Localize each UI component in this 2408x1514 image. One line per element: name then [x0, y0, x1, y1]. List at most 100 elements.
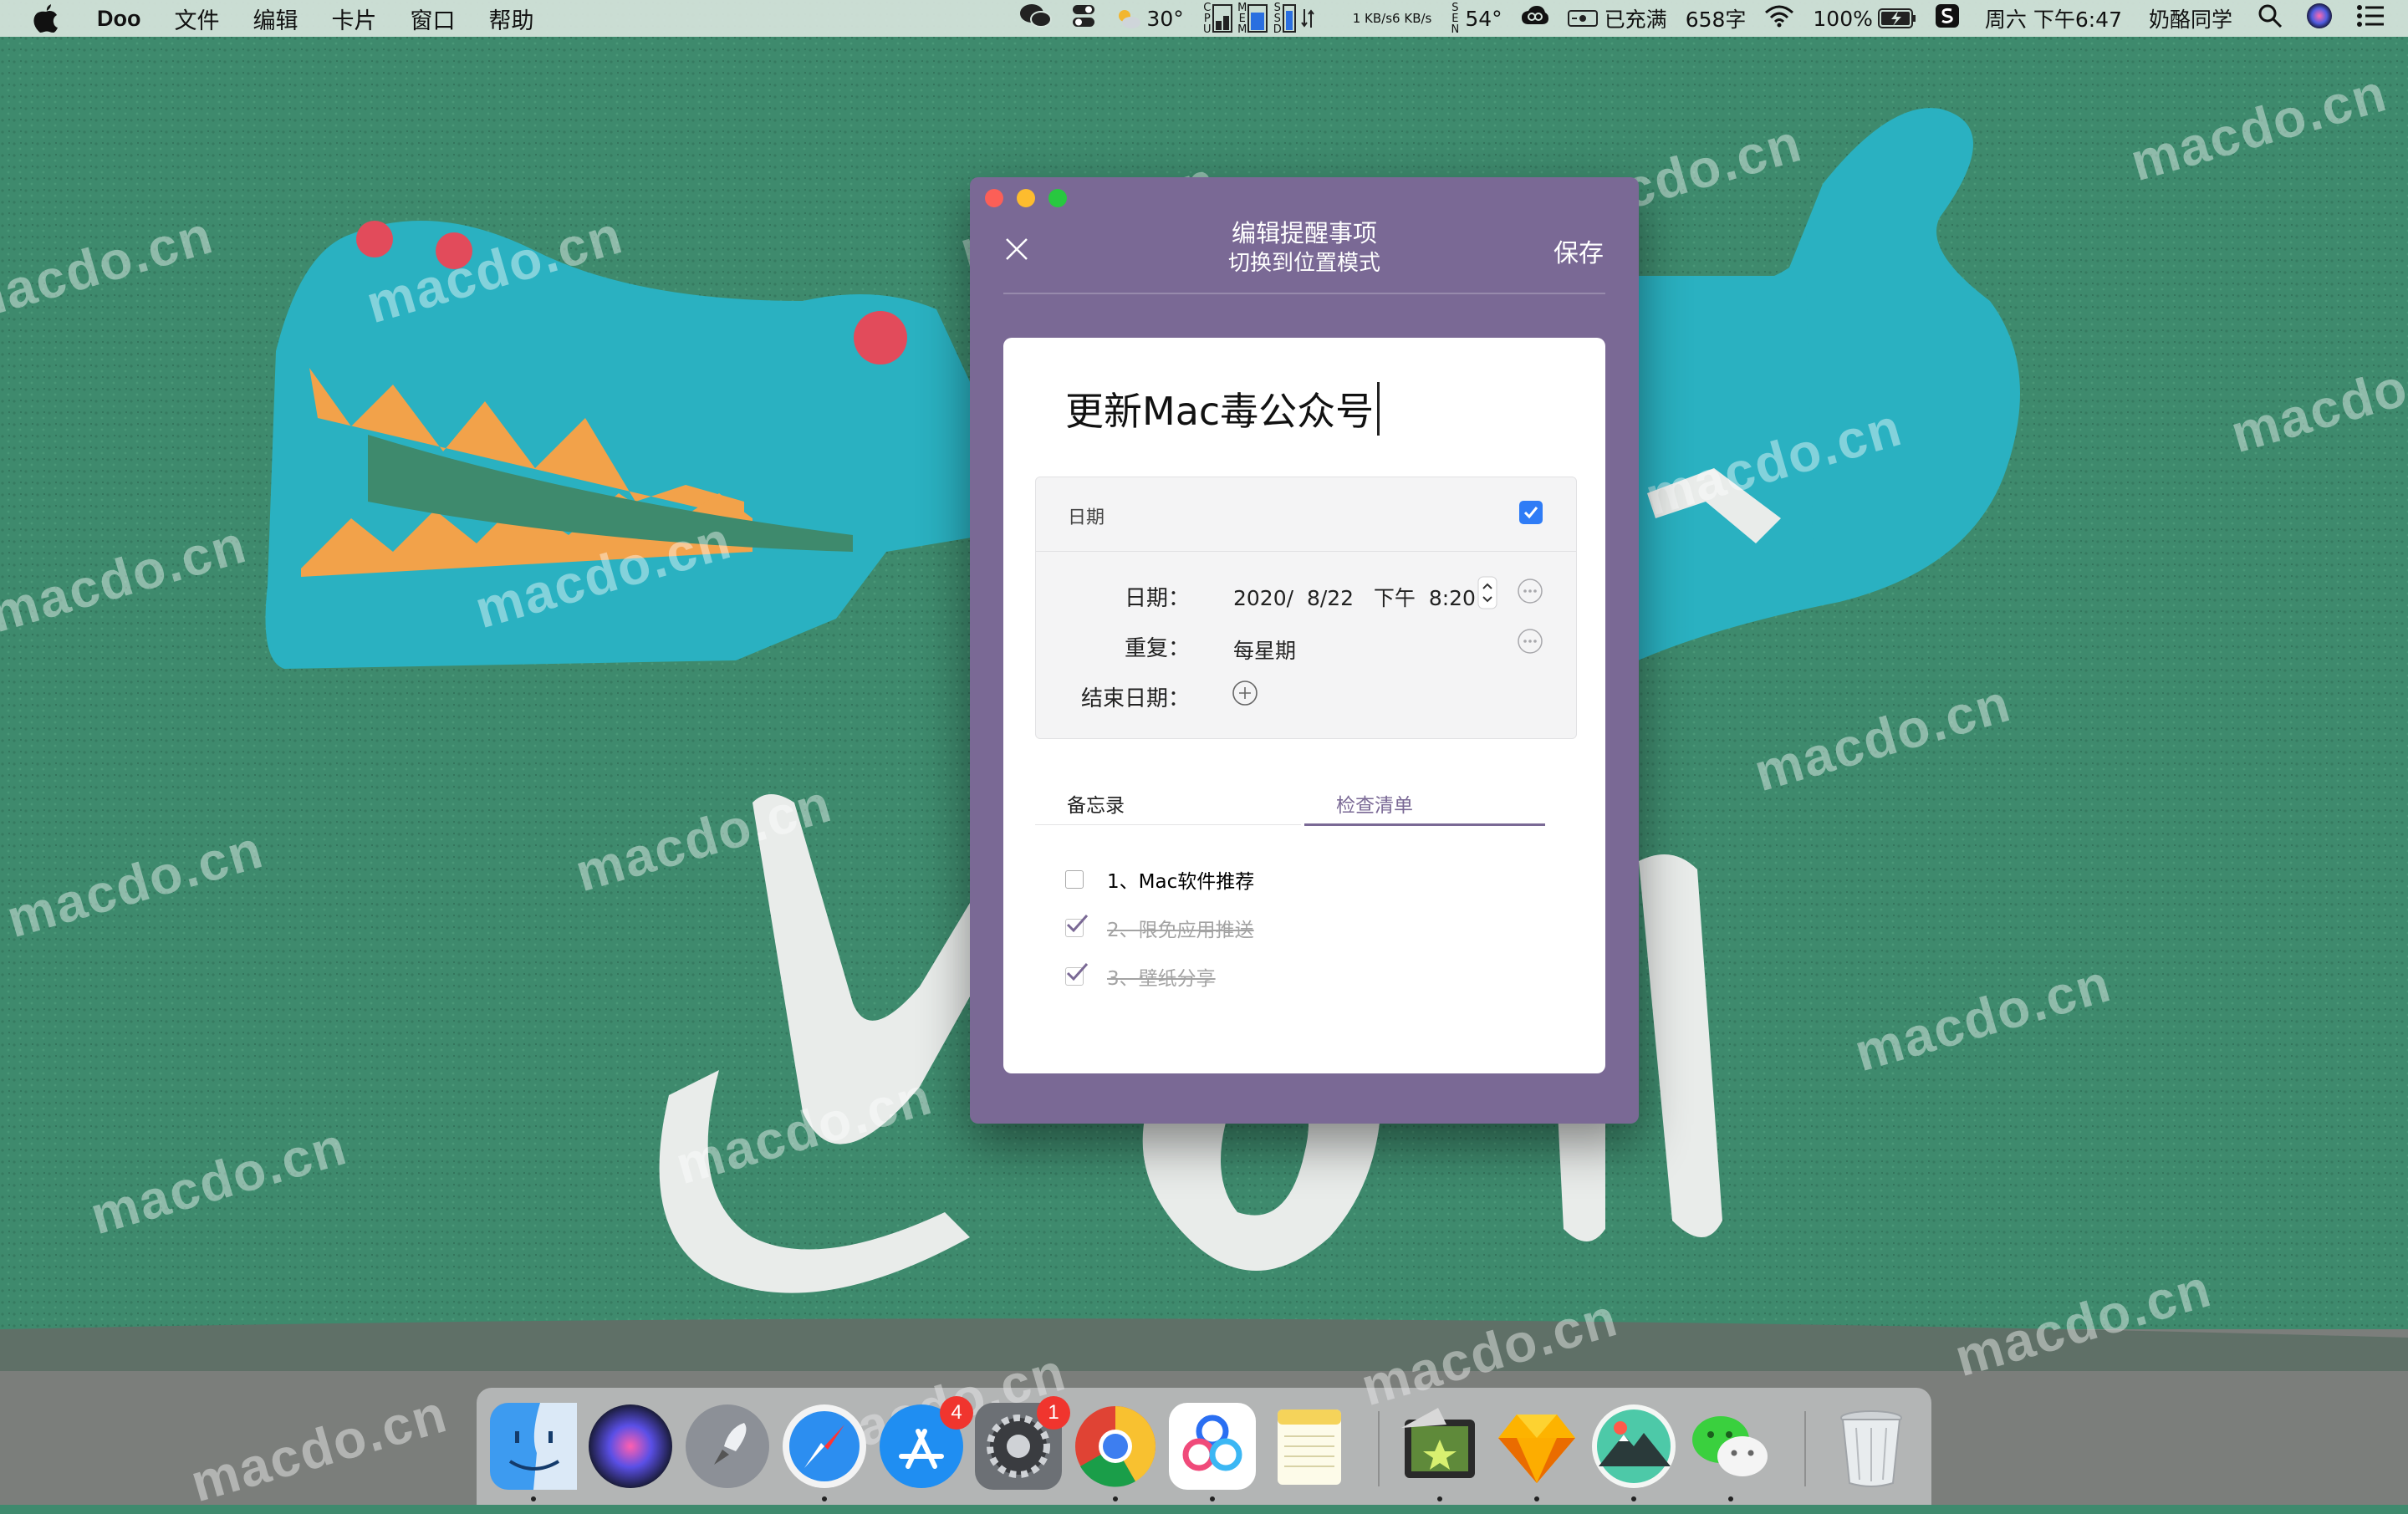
- reminder-card: 更新Mac毒公众号 日期 日期： 2020/ 8/22 下午 8:20 重复： …: [1003, 338, 1605, 1073]
- dock-sketch[interactable]: [1493, 1403, 1580, 1490]
- date-more-options-icon[interactable]: [1517, 578, 1543, 604]
- weather-temp: 30°: [1146, 6, 1184, 31]
- menu-card[interactable]: 卡片: [331, 3, 376, 35]
- date-section: 日期 日期： 2020/ 8/22 下午 8:20 重复： 每星期 结束日期：: [1035, 477, 1577, 739]
- menu-bar: Doo 文件 编辑 卡片 窗口 帮助 30° CPU MEM SSD 1 KB/…: [0, 0, 2408, 37]
- battery-percent: 100%: [1813, 6, 1873, 31]
- dock-system-preferences[interactable]: 1: [975, 1396, 1070, 1490]
- checklist-checkbox[interactable]: [1065, 870, 1084, 889]
- dock-separator: [1804, 1411, 1806, 1486]
- spotlight-search-icon[interactable]: [2258, 3, 2283, 33]
- checklist-item-label: 3、壁纸分享: [1107, 968, 1216, 990]
- tab-checklist-active-indicator: [1304, 823, 1545, 826]
- dock-app-store[interactable]: 4: [878, 1396, 973, 1490]
- task-title-text: 更新Mac毒公众号: [1065, 389, 1375, 434]
- notes-tabs: 备忘录 检查清单: [1035, 789, 1575, 826]
- dock-finder[interactable]: [490, 1403, 577, 1490]
- running-indicator: [1210, 1496, 1215, 1501]
- date-label: 日期：: [1124, 586, 1190, 611]
- running-indicator: [822, 1496, 827, 1501]
- image-viewer-icon: [1401, 1408, 1475, 1478]
- battery-status[interactable]: 100%: [1813, 7, 1916, 31]
- dock-trash[interactable]: [1828, 1403, 1915, 1490]
- system-preferences-badge: 1: [1037, 1396, 1070, 1430]
- menu-window[interactable]: 窗口: [410, 3, 455, 35]
- sensor-temp-status[interactable]: SEN 54°: [1450, 3, 1502, 35]
- dock-notes[interactable]: [1266, 1403, 1353, 1490]
- weather-status[interactable]: 30°: [1115, 6, 1184, 31]
- date-section-label: 日期: [1068, 507, 1105, 528]
- dock-doo[interactable]: [1169, 1403, 1256, 1490]
- tab-memo-underline: [1035, 824, 1301, 825]
- cpu-monitor[interactable]: CPU MEM SSD: [1202, 3, 1314, 35]
- rocket-icon: [686, 1404, 769, 1488]
- charger-icon: [1567, 10, 1598, 27]
- siri-icon[interactable]: [2306, 3, 2333, 34]
- save-button[interactable]: 保存: [1553, 232, 1604, 269]
- siri-icon: [589, 1404, 672, 1488]
- header-divider: [1003, 293, 1605, 294]
- apple-logo-icon[interactable]: [33, 0, 65, 37]
- wifi-icon[interactable]: [1764, 4, 1794, 33]
- dock-image-app[interactable]: [1396, 1403, 1483, 1490]
- memory-meter-icon: [1247, 4, 1268, 33]
- app-menu-doo[interactable]: Doo: [97, 6, 140, 32]
- checklist-checkbox[interactable]: [1065, 915, 1089, 937]
- clock[interactable]: 周六 下午6:47: [1985, 3, 2122, 33]
- menu-help[interactable]: 帮助: [488, 3, 533, 35]
- window-title: 编辑提醒事项: [1231, 219, 1377, 247]
- toggle-status-icon[interactable]: [1071, 3, 1096, 33]
- dock-launchpad[interactable]: [684, 1403, 771, 1490]
- dock-wechat[interactable]: [1687, 1403, 1774, 1490]
- menu-edit[interactable]: 编辑: [253, 3, 298, 35]
- dock: 4 1: [477, 1388, 1931, 1505]
- dock-safari[interactable]: [781, 1403, 868, 1490]
- add-end-date-icon[interactable]: [1232, 680, 1258, 710]
- switch-to-location-mode-link[interactable]: 切换到位置模式: [970, 246, 1639, 277]
- user-name[interactable]: 奶酪同学: [2149, 3, 2232, 33]
- checklist-item[interactable]: 2、限免应用推送: [1065, 911, 1254, 945]
- date-enabled-checkbox[interactable]: [1519, 501, 1543, 524]
- dock-separator: [1378, 1411, 1380, 1486]
- checklist-item[interactable]: 1、Mac软件推荐: [1065, 863, 1254, 896]
- mem-label: MEM: [1237, 1, 1247, 36]
- repeat-label: 重复：: [1124, 636, 1190, 661]
- app-store-badge: 4: [940, 1396, 973, 1430]
- network-arrows-icon: [1300, 9, 1314, 28]
- trash-icon: [1840, 1410, 1902, 1487]
- repeat-value[interactable]: 每星期: [1233, 635, 1296, 665]
- tab-checklist[interactable]: 检查清单: [1336, 789, 1413, 818]
- word-count[interactable]: 658字: [1686, 3, 1747, 33]
- network-speed[interactable]: 1 KB/s 6 KB/s: [1353, 12, 1432, 25]
- dock-chrome[interactable]: [1072, 1403, 1159, 1490]
- scrivener-icon[interactable]: [1935, 3, 1960, 33]
- checklist-item[interactable]: 3、壁纸分享: [1065, 960, 1216, 993]
- date-time-picker[interactable]: 2020/ 8/22 下午 8:20: [1233, 582, 1476, 612]
- net-up-speed: 1 KB/s: [1352, 11, 1393, 26]
- dock-mountain-app[interactable]: [1590, 1403, 1677, 1490]
- notification-center-icon[interactable]: [2356, 4, 2385, 33]
- finder-icon: [490, 1403, 577, 1490]
- task-title-field[interactable]: 更新Mac毒公众号: [1065, 381, 1380, 436]
- wechat-status-icon[interactable]: [1019, 3, 1053, 34]
- checklist-checkbox[interactable]: [1065, 963, 1089, 986]
- chrome-icon: [1075, 1406, 1156, 1487]
- cpu-label: CPU: [1202, 1, 1212, 36]
- text-caret: [1377, 382, 1380, 436]
- date-stepper[interactable]: [1477, 576, 1497, 613]
- running-indicator: [1534, 1496, 1539, 1501]
- running-indicator: [1113, 1496, 1118, 1501]
- menu-file[interactable]: 文件: [174, 3, 219, 35]
- cpu-meter-icon: [1212, 4, 1232, 33]
- creative-cloud-icon[interactable]: [1521, 4, 1549, 33]
- dock-siri[interactable]: [587, 1403, 674, 1490]
- repeat-more-options-icon[interactable]: [1517, 628, 1543, 655]
- mountain-icon: [1592, 1404, 1676, 1488]
- tab-memo[interactable]: 备忘录: [1067, 789, 1125, 818]
- compass-icon: [783, 1404, 866, 1488]
- date-section-divider: [1036, 551, 1576, 552]
- battery-charge-status[interactable]: 已充满: [1567, 3, 1667, 33]
- charge-status-text: 已充满: [1604, 8, 1667, 32]
- sketch-icon: [1498, 1415, 1575, 1483]
- checkmark-icon: [1066, 915, 1089, 933]
